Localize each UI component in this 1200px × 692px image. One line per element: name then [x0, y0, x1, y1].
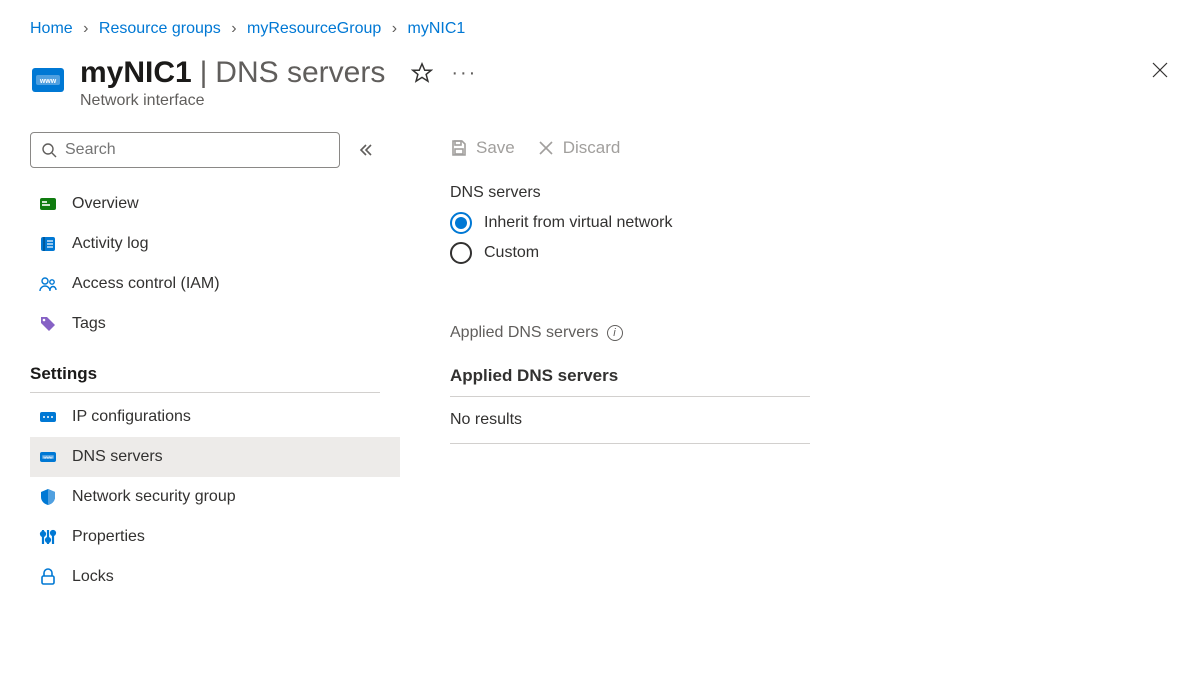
- breadcrumb-resource[interactable]: myNIC1: [408, 20, 466, 37]
- svg-text:www: www: [39, 78, 57, 85]
- sidebar-item-label: Network security group: [72, 488, 236, 506]
- sidebar-item-locks[interactable]: Locks: [30, 557, 400, 597]
- applied-dns-table: Applied DNS servers No results: [450, 366, 810, 444]
- save-icon: [450, 139, 468, 157]
- applied-dns-empty: No results: [450, 397, 810, 444]
- save-button[interactable]: Save: [450, 138, 515, 158]
- radio-icon: [450, 212, 472, 234]
- ip-config-icon: [38, 407, 58, 427]
- sidebar-item-label: Properties: [72, 528, 145, 546]
- chevron-right-icon: ›: [231, 20, 236, 37]
- radio-label: Custom: [484, 244, 539, 262]
- save-label: Save: [476, 138, 515, 158]
- svg-text:www: www: [42, 455, 53, 460]
- lock-icon: [38, 567, 58, 587]
- sidebar-heading-settings: Settings: [30, 344, 380, 393]
- page-name: DNS servers: [215, 56, 385, 89]
- sidebar-item-label: Access control (IAM): [72, 275, 220, 293]
- sidebar: Overview Activity log Access control (IA…: [30, 132, 400, 597]
- sidebar-item-label: Locks: [72, 568, 114, 586]
- search-input-wrapper[interactable]: [30, 132, 340, 168]
- discard-icon: [537, 139, 555, 157]
- sidebar-item-activity-log[interactable]: Activity log: [30, 224, 400, 264]
- search-icon: [41, 142, 57, 158]
- network-interface-icon: www: [30, 62, 66, 98]
- page-title: myNIC1 | DNS servers ···: [80, 56, 477, 90]
- discard-label: Discard: [563, 138, 621, 158]
- radio-label: Inherit from virtual network: [484, 214, 673, 232]
- shield-icon: [38, 487, 58, 507]
- sidebar-item-nsg[interactable]: Network security group: [30, 477, 400, 517]
- properties-icon: [38, 527, 58, 547]
- sidebar-item-ip-configurations[interactable]: IP configurations: [30, 397, 400, 437]
- sidebar-item-label: DNS servers: [72, 448, 163, 466]
- favorite-star-icon[interactable]: [411, 62, 433, 84]
- sidebar-item-properties[interactable]: Properties: [30, 517, 400, 557]
- sidebar-item-label: Tags: [72, 315, 106, 333]
- breadcrumb-resource-group[interactable]: myResourceGroup: [247, 20, 381, 37]
- resource-name: myNIC1: [80, 56, 192, 89]
- collapse-sidebar-icon[interactable]: [358, 142, 374, 158]
- main-content: Save Discard DNS servers Inherit from vi…: [400, 132, 1170, 597]
- sidebar-item-label: Activity log: [72, 235, 148, 253]
- sidebar-item-overview[interactable]: Overview: [30, 184, 400, 224]
- dns-servers-label: DNS servers: [450, 184, 1170, 202]
- sidebar-item-dns-servers[interactable]: www DNS servers: [30, 437, 400, 477]
- people-icon: [38, 274, 58, 294]
- info-icon[interactable]: i: [607, 325, 623, 341]
- sidebar-item-label: IP configurations: [72, 408, 191, 426]
- radio-custom[interactable]: Custom: [450, 242, 1170, 264]
- chevron-right-icon: ›: [392, 20, 397, 37]
- radio-icon: [450, 242, 472, 264]
- more-actions-icon[interactable]: ···: [451, 62, 477, 85]
- discard-button[interactable]: Discard: [537, 138, 621, 158]
- breadcrumb-resource-groups[interactable]: Resource groups: [99, 20, 221, 37]
- dns-servers-icon: www: [38, 447, 58, 467]
- applied-dns-header: Applied DNS servers: [450, 366, 810, 397]
- tag-icon: [38, 314, 58, 334]
- applied-dns-label: Applied DNS servers i: [450, 324, 1170, 342]
- sidebar-item-access-control[interactable]: Access control (IAM): [30, 264, 400, 304]
- overview-icon: [38, 194, 58, 214]
- sidebar-item-label: Overview: [72, 195, 139, 213]
- activity-log-icon: [38, 234, 58, 254]
- close-icon[interactable]: [1150, 60, 1170, 80]
- breadcrumb-home[interactable]: Home: [30, 20, 73, 37]
- resource-type: Network interface: [80, 92, 477, 110]
- search-input[interactable]: [65, 141, 329, 159]
- sidebar-item-tags[interactable]: Tags: [30, 304, 400, 344]
- chevron-right-icon: ›: [83, 20, 88, 37]
- radio-inherit[interactable]: Inherit from virtual network: [450, 212, 1170, 234]
- breadcrumb: Home › Resource groups › myResourceGroup…: [30, 20, 1170, 38]
